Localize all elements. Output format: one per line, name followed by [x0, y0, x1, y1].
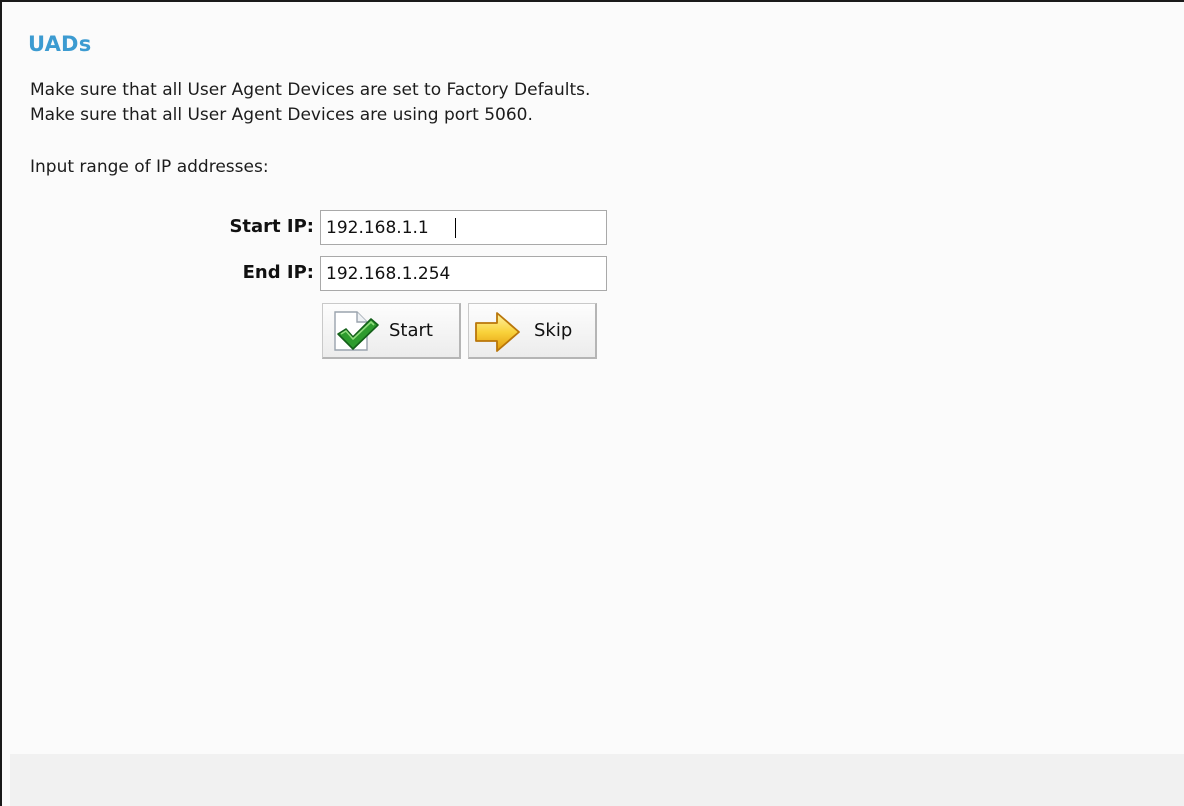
start-ip-label: Start IP: [229, 216, 314, 237]
text-caret [455, 218, 456, 238]
ip-range-prompt: Input range of IP addresses: [30, 157, 269, 177]
arrow-right-icon [473, 310, 523, 359]
end-ip-label: End IP: [242, 262, 314, 283]
skip-button-label: Skip [534, 320, 573, 341]
factory-defaults-message: Make sure that all User Agent Devices ar… [30, 80, 591, 100]
port-message: Make sure that all User Agent Devices ar… [30, 105, 533, 125]
start-button[interactable]: Start [322, 303, 461, 359]
start-button-label: Start [389, 320, 433, 341]
end-ip-input[interactable] [320, 256, 607, 291]
checkmark-icon [329, 308, 381, 359]
bottom-bar [10, 754, 1184, 806]
skip-button[interactable]: Skip [468, 303, 597, 359]
wizard-content: UADs Make sure that all User Agent Devic… [10, 8, 1184, 754]
wizard-window: UADs Make sure that all User Agent Devic… [0, 0, 1184, 806]
page-title: UADs [28, 32, 92, 56]
start-ip-input[interactable] [320, 210, 607, 245]
